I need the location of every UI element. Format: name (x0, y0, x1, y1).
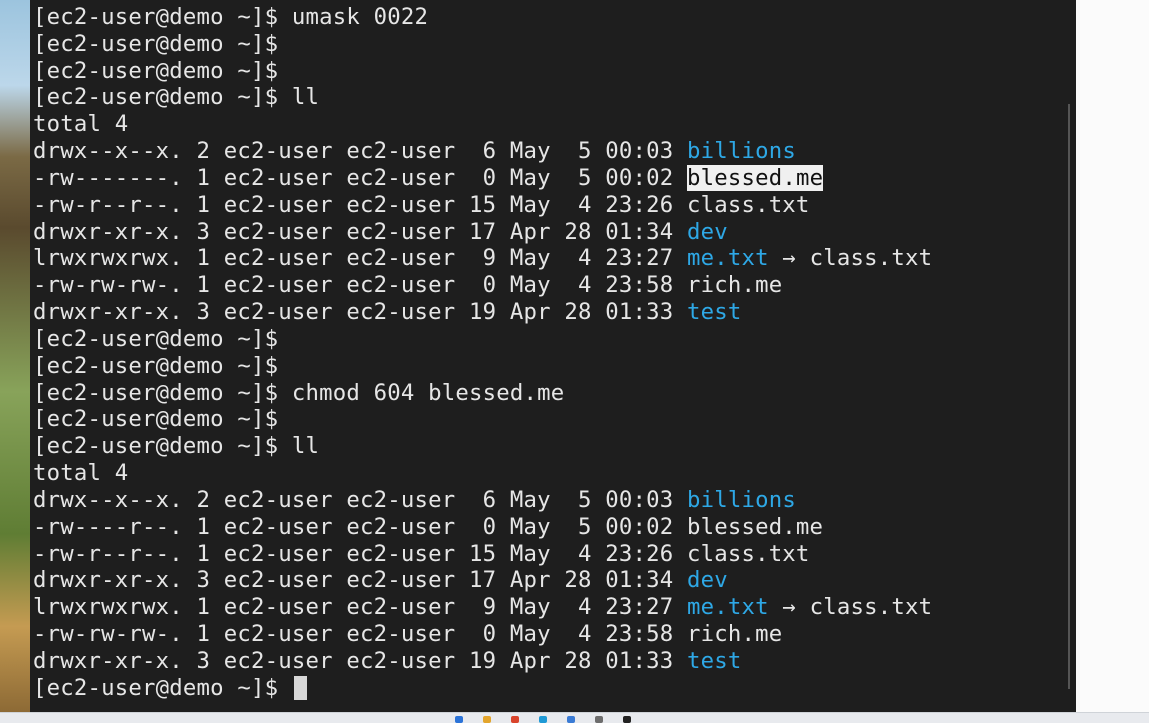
terminal-text: drwxr-xr-x. 3 ec2-user ec2-user 17 Apr 2… (33, 218, 687, 245)
terminal-line: -rw-------. 1 ec2-user ec2-user 0 May 5 … (33, 164, 932, 192)
directory-name: me.txt (686, 245, 769, 272)
terminal-line: [ec2-user@demo ~]$ (33, 353, 932, 380)
terminal-text: total 4 (33, 111, 129, 138)
terminal-text: [ec2-user@demo ~]$ umask 0022 (33, 4, 429, 30)
terminal-text: → class.txt (768, 594, 933, 621)
terminal-text: -rw-r--r--. 1 ec2-user ec2-user 15 May 4… (33, 191, 810, 218)
terminal-text: lrwxrwxrwx. 1 ec2-user ec2-user 9 May 4 … (33, 594, 687, 621)
terminal-text: drwxr-xr-x. 3 ec2-user ec2-user 17 Apr 2… (33, 567, 687, 594)
desktop-background-right (1076, 0, 1149, 712)
terminal-text: [ec2-user@demo ~]$ ll (33, 433, 320, 460)
selected-text: blessed.me (686, 164, 824, 191)
terminal-line: total 4 (33, 460, 932, 487)
terminal-line: drwxr-xr-x. 3 ec2-user ec2-user 17 Apr 2… (33, 219, 932, 246)
terminal-text: → class.txt (768, 245, 933, 272)
terminal-text: -rw-rw-rw-. 1 ec2-user ec2-user 0 May 4 … (33, 621, 783, 648)
terminal-text: lrwxrwxrwx. 1 ec2-user ec2-user 9 May 4 … (33, 245, 687, 272)
directory-name: dev (686, 218, 728, 245)
terminal-line: drwx--x--x. 2 ec2-user ec2-user 6 May 5 … (33, 487, 932, 514)
terminal-line: [ec2-user@demo ~]$ (33, 326, 932, 353)
terminal-text: -rw-------. 1 ec2-user ec2-user 0 May 5 … (33, 164, 687, 191)
terminal-line: [ec2-user@demo ~]$ (33, 58, 932, 85)
terminal-text: -rw-r--r--. 1 ec2-user ec2-user 15 May 4… (33, 540, 810, 567)
directory-name: billions (686, 138, 796, 165)
terminal-text: [ec2-user@demo ~]$ chmod 604 blessed.me (33, 379, 565, 406)
terminal-line: -rw-rw-rw-. 1 ec2-user ec2-user 0 May 4 … (33, 621, 932, 648)
terminal-line: -rw-rw-rw-. 1 ec2-user ec2-user 0 May 4 … (33, 272, 932, 299)
terminal-text: [ec2-user@demo ~]$ ll (33, 84, 320, 111)
terminal-line: -rw-r--r--. 1 ec2-user ec2-user 15 May 4… (33, 541, 932, 568)
directory-name: dev (686, 567, 728, 594)
terminal-line: lrwxrwxrwx. 1 ec2-user ec2-user 9 May 4 … (33, 594, 932, 621)
desktop-wallpaper-left (0, 0, 30, 712)
terminal-scrollbar[interactable] (1068, 104, 1070, 689)
terminal-text: -rw-rw-rw-. 1 ec2-user ec2-user 0 May 4 … (33, 272, 783, 299)
terminal-line: [ec2-user@demo ~]$ ll (33, 433, 932, 460)
terminal-line: total 4 (33, 111, 932, 138)
terminal-line: [ec2-user@demo ~]$ (33, 31, 932, 58)
taskbar (0, 712, 1149, 723)
terminal-text: drwx--x--x. 2 ec2-user ec2-user 6 May 5 … (33, 138, 687, 165)
terminal-text: [ec2-user@demo ~]$ (33, 325, 279, 352)
terminal-text: -rw----r--. 1 ec2-user ec2-user 0 May 5 … (33, 513, 824, 540)
directory-name: test (686, 299, 742, 326)
terminal-line: drwxr-xr-x. 3 ec2-user ec2-user 19 Apr 2… (33, 648, 932, 675)
terminal-text: [ec2-user@demo ~]$ (33, 30, 279, 57)
terminal-line: -rw----r--. 1 ec2-user ec2-user 0 May 5 … (33, 514, 932, 541)
terminal-text: drwx--x--x. 2 ec2-user ec2-user 6 May 5 … (33, 486, 687, 513)
terminal-line: [ec2-user@demo ~]$ (33, 406, 932, 433)
terminal-line: drwx--x--x. 2 ec2-user ec2-user 6 May 5 … (33, 138, 932, 165)
terminal-text: [ec2-user@demo ~]$ (33, 406, 279, 433)
terminal-window[interactable]: [ec2-user@demo ~]$ umask 0022 [ec2-user@d… (30, 0, 1076, 712)
terminal-output: [ec2-user@demo ~]$ umask 0022 [ec2-user@d… (33, 4, 932, 702)
terminal-text: drwxr-xr-x. 3 ec2-user ec2-user 19 Apr 2… (33, 647, 687, 674)
terminal-line: drwxr-xr-x. 3 ec2-user ec2-user 17 Apr 2… (33, 567, 932, 594)
terminal-line: [ec2-user@demo ~]$ chmod 604 blessed.me (33, 380, 932, 407)
terminal-text: [ec2-user@demo ~]$ (33, 674, 292, 701)
terminal-line: lrwxrwxrwx. 1 ec2-user ec2-user 9 May 4 … (33, 245, 932, 272)
terminal-text: total 4 (33, 460, 129, 487)
terminal-line: [ec2-user@demo ~]$ ll (33, 84, 932, 111)
directory-name: test (686, 647, 742, 674)
text-cursor (293, 676, 307, 701)
terminal-line: [ec2-user@demo ~]$ (33, 675, 932, 702)
directory-name: me.txt (686, 594, 769, 621)
terminal-text: [ec2-user@demo ~]$ (33, 57, 279, 84)
terminal-line: drwxr-xr-x. 3 ec2-user ec2-user 19 Apr 2… (33, 299, 932, 326)
terminal-text: drwxr-xr-x. 3 ec2-user ec2-user 19 Apr 2… (33, 299, 687, 326)
directory-name: billions (686, 486, 796, 513)
terminal-line: [ec2-user@demo ~]$ umask 0022 (33, 4, 932, 31)
terminal-line: -rw-r--r--. 1 ec2-user ec2-user 15 May 4… (33, 192, 932, 219)
terminal-text: [ec2-user@demo ~]$ (33, 352, 279, 379)
